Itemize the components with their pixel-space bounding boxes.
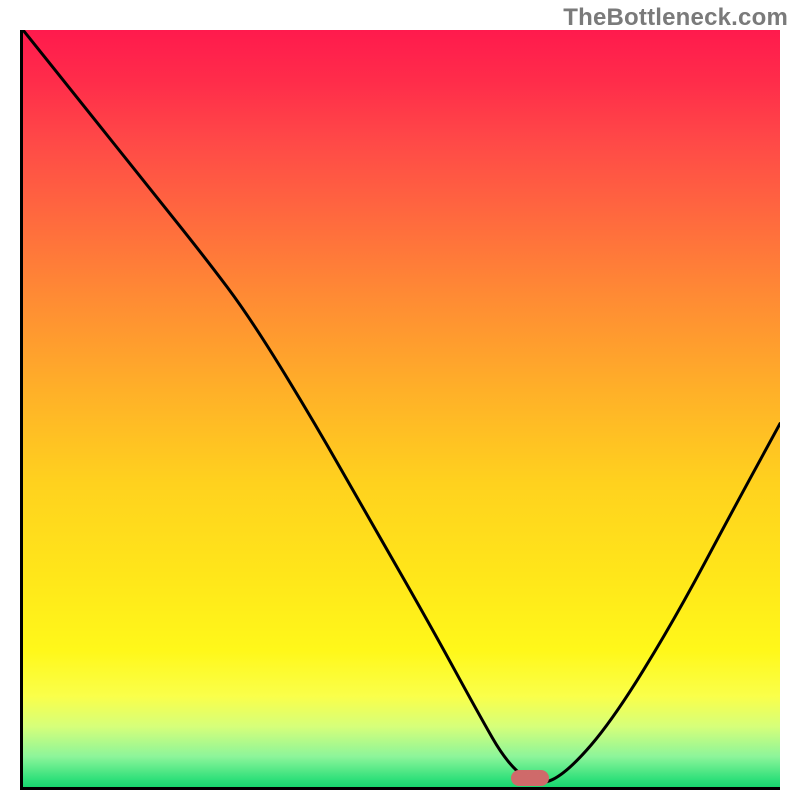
curve-path	[23, 30, 780, 782]
optimum-marker	[511, 770, 549, 786]
bottleneck-curve	[23, 30, 780, 787]
watermark-label: TheBottleneck.com	[563, 4, 788, 32]
plot-area	[20, 30, 780, 790]
chart-frame: TheBottleneck.com	[0, 0, 800, 800]
